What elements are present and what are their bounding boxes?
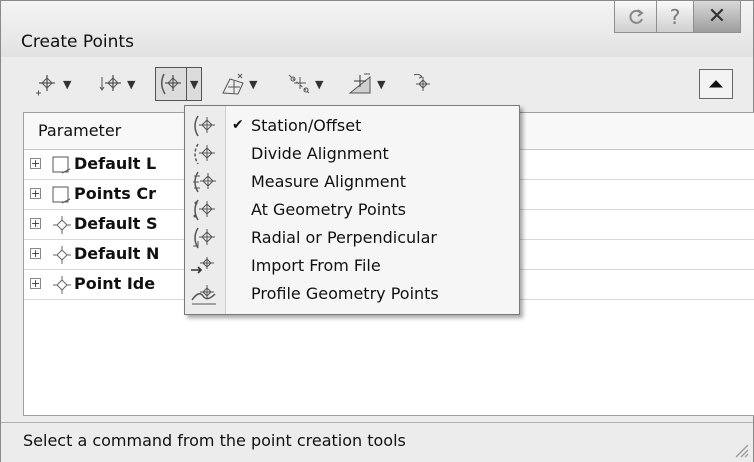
chevron-down-icon[interactable]: ▼ bbox=[186, 68, 201, 100]
transparent-commands-tool[interactable] bbox=[409, 67, 437, 101]
double-chevron-up-icon: ⏶ bbox=[708, 73, 724, 95]
menu-item-at-geometry-points[interactable]: At Geometry Points bbox=[185, 198, 519, 222]
row-label: Default S bbox=[74, 214, 158, 233]
chevron-down-icon[interactable]: ▼ bbox=[63, 78, 71, 91]
menu-item-label: Measure Alignment bbox=[251, 172, 407, 191]
menu-item-radial-or-perpendicular[interactable]: Radial or Perpendicular bbox=[185, 226, 519, 250]
status-bar: Select a command from the point creation… bbox=[1, 422, 753, 462]
parameter-column-header[interactable]: Parameter bbox=[38, 121, 121, 140]
menu-item-label: Station/Offset bbox=[251, 116, 362, 135]
menu-item-label: Profile Geometry Points bbox=[251, 284, 439, 303]
menu-item-station-offset[interactable]: ✔ Station/Offset bbox=[185, 114, 519, 138]
refresh-icon[interactable] bbox=[614, 1, 657, 33]
menu-item-import-from-file[interactable]: Import From File bbox=[185, 254, 519, 278]
window-title: Create Points bbox=[21, 32, 134, 52]
interpolate-point-tool[interactable]: ▼ bbox=[285, 67, 323, 101]
point-create-tool[interactable]: ▼ bbox=[33, 67, 71, 101]
menu-item-profile-geometry-points[interactable]: Profile Geometry Points bbox=[185, 282, 519, 306]
chevron-down-icon[interactable]: ▼ bbox=[127, 78, 135, 91]
window-buttons: ? ✕ bbox=[614, 1, 741, 33]
slope-point-tool[interactable]: ▼ bbox=[347, 67, 385, 101]
alignment-point-tool[interactable]: ▼ bbox=[155, 67, 203, 101]
measure-alignment-icon bbox=[193, 171, 216, 193]
slope-point-icon bbox=[347, 70, 375, 98]
check-icon: ✔ bbox=[232, 117, 244, 133]
expand-icon[interactable]: + bbox=[30, 278, 41, 289]
expand-icon[interactable]: + bbox=[30, 248, 41, 259]
transparent-commands-icon bbox=[409, 70, 437, 98]
point-intersection-icon bbox=[97, 70, 125, 98]
collapse-button[interactable]: ⏶ bbox=[699, 69, 733, 99]
menu-item-label: Import From File bbox=[251, 256, 381, 275]
point-icon bbox=[53, 276, 71, 294]
radial-perpendicular-icon bbox=[193, 227, 215, 249]
menu-item-measure-alignment[interactable]: Measure Alignment bbox=[185, 170, 519, 194]
menu-item-label: Divide Alignment bbox=[251, 144, 389, 163]
surface-point-icon bbox=[219, 70, 247, 98]
close-button[interactable]: ✕ bbox=[693, 1, 741, 33]
point-icon bbox=[53, 246, 71, 264]
point-create-icon bbox=[33, 70, 61, 98]
expand-icon[interactable]: + bbox=[30, 188, 41, 199]
title-bar: Create Points ? ✕ bbox=[1, 1, 753, 57]
menu-item-divide-alignment[interactable]: Divide Alignment bbox=[185, 142, 519, 166]
chevron-down-icon[interactable]: ▼ bbox=[377, 78, 385, 91]
interpolate-point-icon bbox=[285, 70, 313, 98]
divide-alignment-icon bbox=[194, 143, 215, 165]
status-text: Select a command from the point creation… bbox=[23, 431, 406, 450]
chevron-down-icon[interactable]: ▼ bbox=[315, 78, 323, 91]
import-file-icon bbox=[191, 257, 214, 274]
help-button[interactable]: ? bbox=[657, 1, 693, 33]
menu-item-label: Radial or Perpendicular bbox=[251, 228, 437, 247]
point-icon bbox=[53, 216, 71, 234]
help-icon: ? bbox=[669, 4, 681, 29]
expand-icon[interactable]: + bbox=[30, 218, 41, 229]
create-points-window: Create Points ? ✕ ▼ ▼ ▼ ▼ ▼ ▼ ⏶ Paramete… bbox=[0, 0, 754, 462]
row-label: Default L bbox=[74, 154, 157, 173]
layer-icon bbox=[52, 156, 71, 174]
close-icon: ✕ bbox=[707, 4, 727, 29]
alignment-points-menu: ✔ Station/Offset Divide Alignment Measur… bbox=[184, 105, 520, 315]
layer-icon bbox=[52, 186, 71, 204]
chevron-down-icon[interactable]: ▼ bbox=[249, 78, 257, 91]
row-label: Default N bbox=[74, 244, 160, 263]
geometry-points-icon bbox=[193, 199, 215, 221]
expand-icon[interactable]: + bbox=[30, 158, 41, 169]
row-label: Points Cr bbox=[74, 184, 156, 203]
row-label: Point Ide bbox=[74, 274, 156, 293]
resize-grip-icon[interactable] bbox=[731, 440, 749, 458]
toolbar: ▼ ▼ ▼ ▼ ▼ ▼ ⏶ bbox=[33, 67, 733, 103]
alignment-point-icon bbox=[156, 70, 184, 98]
station-offset-icon bbox=[194, 115, 215, 137]
profile-geometry-icon bbox=[191, 285, 216, 305]
menu-item-label: At Geometry Points bbox=[251, 200, 406, 219]
point-intersection-tool[interactable]: ▼ bbox=[97, 67, 135, 101]
surface-point-tool[interactable]: ▼ bbox=[219, 67, 257, 101]
